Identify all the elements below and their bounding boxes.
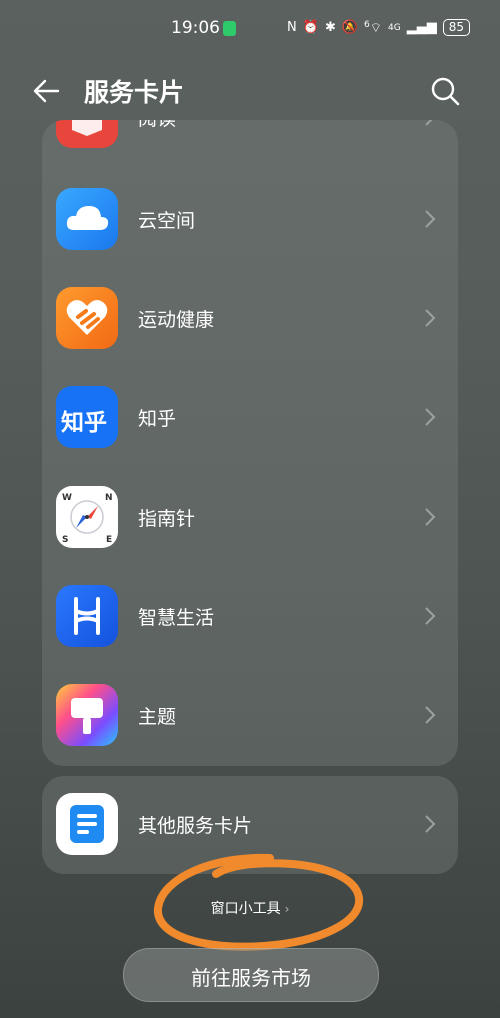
search-icon[interactable] [428, 74, 462, 108]
sim-icon [223, 21, 236, 36]
zhihu-logo: 知乎 [61, 410, 107, 436]
annotation-circle [153, 853, 364, 951]
list-item-label: 指南针 [138, 508, 196, 530]
svg-text:E: E [106, 535, 112, 545]
go-to-service-market-button[interactable]: 前往服务市场 [123, 948, 379, 1002]
chevron-right-icon [425, 815, 436, 833]
alarm-icon: ⏰ [302, 20, 319, 35]
page-title: 服务卡片 [84, 78, 185, 107]
battery-indicator: 85 [442, 19, 470, 36]
list-item-label: 智慧生活 [138, 607, 215, 629]
list-item-health[interactable]: 运动健康 [42, 269, 458, 369]
chevron-right-icon [425, 120, 433, 126]
list-item-smart-life[interactable]: 智慧生活 [42, 567, 458, 667]
chevron-right-icon [425, 706, 436, 724]
list-item-label: 知乎 [138, 408, 177, 430]
status-bar: 19:06 N ⏰ ✱ 🔕 6⌔ 4G ▂▄▆ 85 [0, 0, 500, 58]
cloud-app-icon [56, 188, 118, 250]
list-item-label: 云空间 [138, 210, 196, 232]
mute-icon: 🔕 [341, 20, 359, 35]
compass-app-icon: W N S E [56, 486, 118, 548]
chevron-right-icon [425, 508, 436, 526]
reading-app-icon [56, 120, 118, 148]
svg-text:W: W [62, 493, 72, 503]
list-item-reading[interactable]: 阅读 [42, 120, 458, 168]
list-item-compass[interactable]: W N S E 指南针 [42, 468, 458, 568]
status-icons: N ⏰ ✱ 🔕 6⌔ 4G ▂▄▆ 85 [287, 19, 470, 36]
chevron-right-icon [425, 607, 436, 625]
themes-app-icon [56, 684, 118, 746]
signal-icon: ▂▄▆ [406, 20, 437, 35]
list-item-label: 主题 [138, 706, 177, 728]
app-card-list: 阅读 云空间 运动健康 知乎 知乎 [42, 120, 458, 766]
chevron-right-icon [425, 309, 436, 327]
svg-text:S: S [62, 535, 68, 545]
chevron-right-icon [425, 408, 436, 426]
bluetooth-icon: ✱ [324, 20, 336, 35]
health-app-icon [56, 287, 118, 349]
back-arrow-icon[interactable] [30, 74, 64, 108]
nfc-icon: N [287, 20, 297, 35]
zhihu-app-icon: 知乎 [56, 386, 118, 448]
chevron-right-icon [425, 210, 436, 228]
list-item-label: 运动健康 [138, 309, 215, 331]
other-cards-app-icon [56, 793, 118, 855]
header: 服务卡片 [0, 60, 500, 120]
list-item-label: 其他服务卡片 [138, 815, 253, 837]
service-market-label: 前往服务市场 [191, 966, 311, 990]
list-item-zhihu[interactable]: 知乎 知乎 [42, 368, 458, 468]
list-item-cloud[interactable]: 云空间 [42, 170, 458, 270]
list-item-label: 阅读 [138, 120, 176, 131]
status-time: 19:06 [171, 18, 220, 38]
wifi-icon: 6⌔ [364, 19, 383, 36]
network-type: 4G [388, 22, 401, 33]
list-item-themes[interactable]: 主题 [42, 666, 458, 766]
svg-text:N: N [105, 493, 113, 503]
smart-life-app-icon [56, 585, 118, 647]
